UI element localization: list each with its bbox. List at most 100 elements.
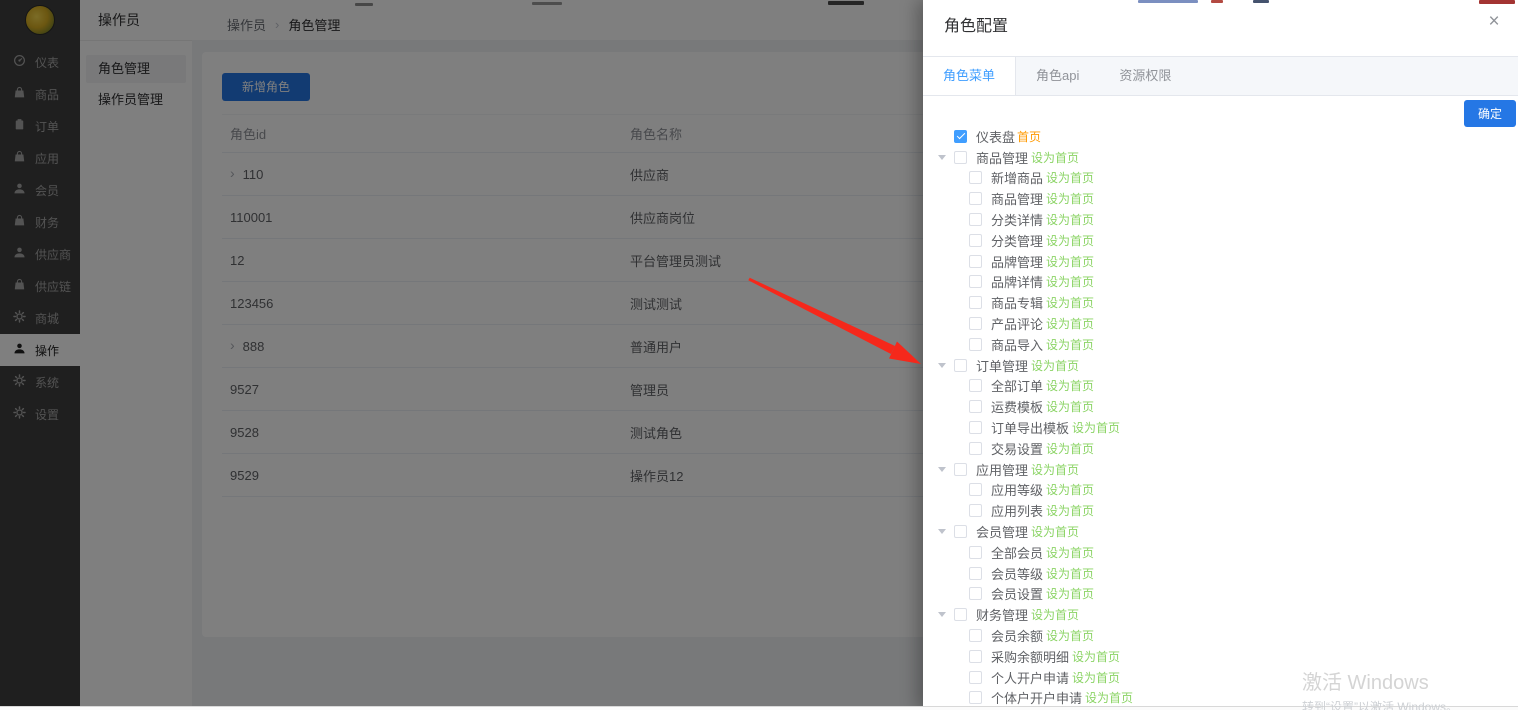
set-home-tag[interactable]: 设为首页 [1046, 585, 1094, 602]
tree-label[interactable]: 商品管理 [976, 148, 1028, 167]
tree-checkbox[interactable] [969, 671, 982, 684]
tree-checkbox[interactable] [969, 296, 982, 309]
tree-label[interactable]: 商品专辑 [991, 293, 1043, 312]
set-home-tag[interactable]: 设为首页 [1046, 232, 1094, 249]
set-home-tag[interactable]: 设为首页 [1046, 398, 1094, 415]
tab-resource-permission[interactable]: 资源权限 [1099, 57, 1191, 95]
set-home-tag[interactable]: 设为首页 [1046, 315, 1094, 332]
tree-checkbox[interactable] [954, 130, 967, 143]
tree-label[interactable]: 个人开户申请 [991, 668, 1069, 687]
tree-label[interactable]: 会员管理 [976, 522, 1028, 541]
tree-expand-icon[interactable] [938, 612, 954, 617]
tree-label[interactable]: 应用管理 [976, 460, 1028, 479]
tree-expand-icon[interactable] [938, 467, 954, 472]
set-home-tag[interactable]: 设为首页 [1085, 689, 1133, 706]
set-home-tag[interactable]: 设为首页 [1072, 419, 1120, 436]
tree-label[interactable]: 商品管理 [991, 189, 1043, 208]
tree-checkbox[interactable] [969, 255, 982, 268]
tree-label[interactable]: 交易设置 [991, 439, 1043, 458]
tree-checkbox[interactable] [969, 421, 982, 434]
tree-checkbox[interactable] [969, 504, 982, 517]
tree-label[interactable]: 个体户开户申请 [991, 688, 1082, 707]
tree-checkbox[interactable] [954, 608, 967, 621]
tab-role-menu[interactable]: 角色菜单 [923, 57, 1016, 95]
set-home-tag[interactable]: 设为首页 [1046, 273, 1094, 290]
set-home-tag[interactable]: 设为首页 [1046, 294, 1094, 311]
tree-label[interactable]: 分类管理 [991, 231, 1043, 250]
tree-label[interactable]: 新增商品 [991, 168, 1043, 187]
tree-checkbox[interactable] [969, 442, 982, 455]
tree-label[interactable]: 应用等级 [991, 480, 1043, 499]
tree-label[interactable]: 会员设置 [991, 584, 1043, 603]
tree-expand-icon[interactable] [938, 155, 954, 160]
tree-checkbox[interactable] [954, 151, 967, 164]
tree-checkbox[interactable] [969, 192, 982, 205]
tree-expand-icon [953, 300, 969, 305]
tree-label[interactable]: 订单管理 [976, 356, 1028, 375]
set-home-tag[interactable]: 设为首页 [1046, 169, 1094, 186]
set-home-tag[interactable]: 设为首页 [1031, 606, 1079, 623]
tree-checkbox[interactable] [969, 338, 982, 351]
tree-checkbox[interactable] [954, 359, 967, 372]
set-home-tag[interactable]: 设为首页 [1031, 357, 1079, 374]
tree-label[interactable]: 采购余额明细 [991, 647, 1069, 666]
tree-label[interactable]: 运费模板 [991, 397, 1043, 416]
set-home-tag[interactable]: 设为首页 [1046, 440, 1094, 457]
set-home-tag[interactable]: 设为首页 [1046, 565, 1094, 582]
tree-label[interactable]: 产品评论 [991, 314, 1043, 333]
tree-label[interactable]: 品牌详情 [991, 272, 1043, 291]
tree-checkbox[interactable] [969, 171, 982, 184]
tree-label[interactable]: 仪表盘 [976, 127, 1015, 146]
tree-label[interactable]: 会员等级 [991, 564, 1043, 583]
tree-checkbox[interactable] [969, 691, 982, 704]
set-home-tag[interactable]: 设为首页 [1031, 461, 1079, 478]
set-home-tag[interactable]: 设为首页 [1031, 523, 1079, 540]
set-home-tag[interactable]: 设为首页 [1046, 627, 1094, 644]
tree-expand-icon[interactable] [938, 363, 954, 368]
set-home-tag[interactable]: 设为首页 [1046, 377, 1094, 394]
tree-label[interactable]: 商品导入 [991, 335, 1043, 354]
tree-row: 新增商品设为首页 [938, 168, 1512, 189]
tree-checkbox[interactable] [969, 546, 982, 559]
tree-expand-icon [953, 217, 969, 222]
tree-checkbox[interactable] [969, 400, 982, 413]
tree-checkbox[interactable] [969, 275, 982, 288]
tree-expand-icon [953, 695, 969, 700]
tree-label[interactable]: 财务管理 [976, 605, 1028, 624]
set-home-tag[interactable]: 设为首页 [1046, 190, 1094, 207]
tree-checkbox[interactable] [969, 317, 982, 330]
set-home-tag[interactable]: 设为首页 [1046, 336, 1094, 353]
tree-label[interactable]: 全部订单 [991, 376, 1043, 395]
tree-checkbox[interactable] [969, 629, 982, 642]
tree-checkbox[interactable] [969, 234, 982, 247]
close-icon[interactable]: × [1482, 10, 1506, 34]
tree-label[interactable]: 全部会员 [991, 543, 1043, 562]
set-home-tag[interactable]: 设为首页 [1046, 502, 1094, 519]
tree-label[interactable]: 分类详情 [991, 210, 1043, 229]
set-home-tag[interactable]: 设为首页 [1046, 544, 1094, 561]
tree-label[interactable]: 会员余额 [991, 626, 1043, 645]
tree-checkbox[interactable] [969, 483, 982, 496]
confirm-button[interactable]: 确定 [1464, 100, 1516, 127]
tree-expand-icon[interactable] [938, 529, 954, 534]
set-home-tag[interactable]: 设为首页 [1046, 211, 1094, 228]
tree-label[interactable]: 品牌管理 [991, 252, 1043, 271]
tree-checkbox[interactable] [954, 525, 967, 538]
set-home-tag[interactable]: 设为首页 [1046, 481, 1094, 498]
tree-checkbox[interactable] [954, 463, 967, 476]
tab-role-api[interactable]: 角色api [1016, 57, 1099, 95]
tree-checkbox[interactable] [969, 379, 982, 392]
set-home-tag[interactable]: 设为首页 [1031, 149, 1079, 166]
set-home-tag[interactable]: 设为首页 [1072, 669, 1120, 686]
tree-label[interactable]: 应用列表 [991, 501, 1043, 520]
tree-expand-icon [953, 675, 969, 680]
tree-checkbox[interactable] [969, 650, 982, 663]
tree-row: 商品管理设为首页 [938, 147, 1512, 168]
set-home-tag[interactable]: 设为首页 [1046, 253, 1094, 270]
tree-checkbox[interactable] [969, 567, 982, 580]
set-home-tag[interactable]: 设为首页 [1072, 648, 1120, 665]
tree-label[interactable]: 订单导出模板 [991, 418, 1069, 437]
tree-checkbox[interactable] [969, 213, 982, 226]
home-tag[interactable]: 首页 [1017, 128, 1041, 145]
tree-checkbox[interactable] [969, 587, 982, 600]
